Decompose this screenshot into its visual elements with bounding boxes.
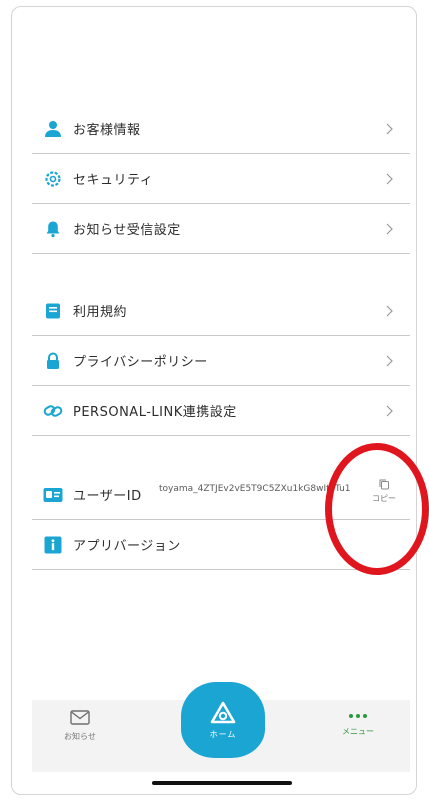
menu-group-account: お客様情報 セキュリティ お知らせ受信設定: [32, 104, 410, 254]
menu-item-label: プライバシーポリシー: [73, 355, 208, 370]
menu-item-customer-info[interactable]: お客様情報: [32, 104, 410, 154]
more-dots-icon: [349, 714, 367, 718]
bell-icon: [43, 219, 63, 239]
home-label: ホーム: [209, 729, 237, 739]
chevron-right-icon: [386, 123, 393, 134]
chevron-right-icon: [386, 173, 393, 184]
app-version-label: アプリバージョン: [73, 539, 181, 554]
menu-item-notification-settings[interactable]: お知らせ受信設定: [32, 204, 410, 254]
person-icon: [43, 119, 63, 139]
menu-item-privacy-policy[interactable]: プライバシーポリシー: [32, 336, 410, 386]
home-logo-icon: [210, 701, 236, 723]
tab-menu-label: メニュー: [342, 727, 374, 736]
tab-news-label: お知らせ: [64, 732, 96, 741]
menu-item-label: PERSONAL-LINK連携設定: [73, 405, 237, 420]
home-button[interactable]: ホーム: [181, 682, 265, 758]
document-icon: [43, 301, 63, 321]
chevron-right-icon: [386, 305, 393, 316]
menu-item-security[interactable]: セキュリティ: [32, 154, 410, 204]
highlight-circle: [325, 443, 429, 575]
chevron-right-icon: [386, 355, 393, 366]
menu-item-label: お知らせ受信設定: [73, 223, 181, 238]
envelope-icon: [70, 710, 90, 725]
lock-icon: [43, 351, 63, 371]
menu-item-terms[interactable]: 利用規約: [32, 286, 410, 336]
info-icon: [43, 535, 63, 555]
menu-group-legal: 利用規約 プライバシーポリシー PERSONAL-LINK連携設定: [32, 286, 410, 436]
chevron-right-icon: [386, 405, 393, 416]
menu-item-personal-link[interactable]: PERSONAL-LINK連携設定: [32, 386, 410, 436]
menu-item-label: お客様情報: [73, 123, 141, 138]
menu-item-label: セキュリティ: [73, 173, 154, 188]
gear-icon: [43, 169, 63, 189]
user-id-label: ユーザーID: [73, 489, 142, 504]
link-icon: [43, 401, 63, 421]
home-indicator: [152, 781, 292, 785]
chevron-right-icon: [386, 223, 393, 234]
menu-item-label: 利用規約: [73, 305, 128, 320]
tab-menu[interactable]: メニュー: [342, 714, 374, 737]
tab-news[interactable]: お知らせ: [64, 710, 96, 742]
id-card-icon: [43, 485, 63, 505]
